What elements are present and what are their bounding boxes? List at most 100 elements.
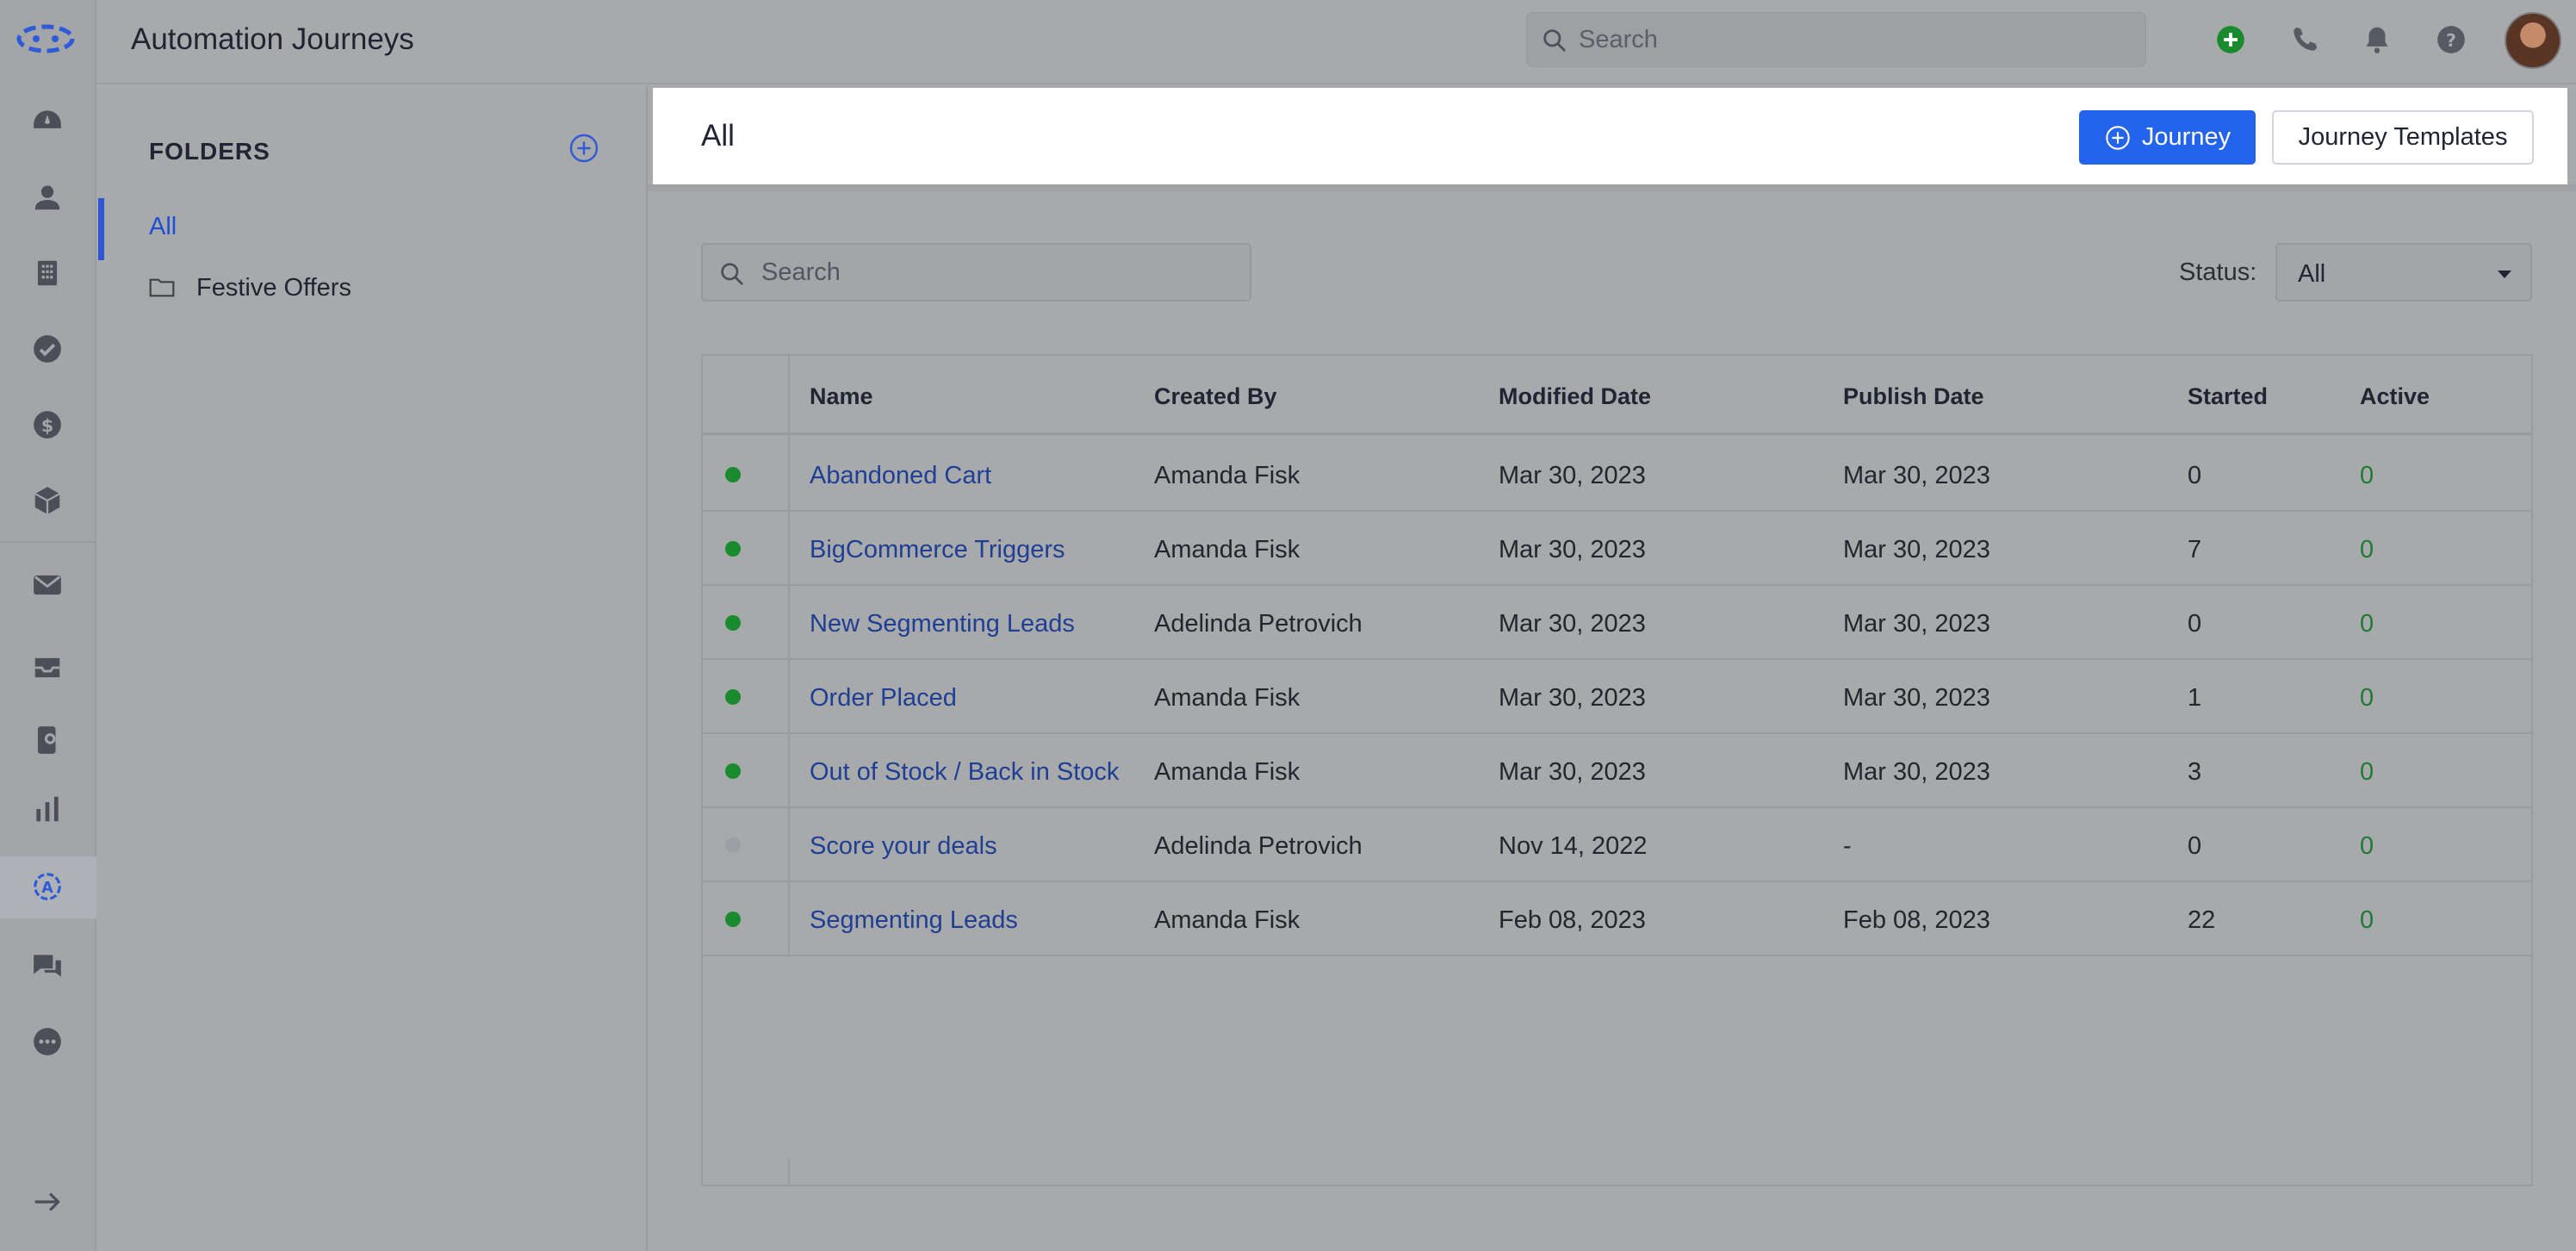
- column-header-started[interactable]: Started: [2188, 383, 2268, 410]
- column-header-created-by[interactable]: Created By: [1154, 383, 1277, 410]
- expand-icon[interactable]: [24, 1179, 71, 1225]
- started-count: 22: [2188, 906, 2216, 934]
- active-count: 0: [2360, 610, 2374, 638]
- modified-date: Mar 30, 2023: [1499, 758, 1646, 786]
- dashboard-icon[interactable]: [24, 98, 71, 145]
- journey-name[interactable]: Abandoned Cart: [810, 462, 991, 490]
- status-dot: [725, 763, 741, 779]
- folder-item-festive-offers[interactable]: Festive Offers: [98, 259, 646, 316]
- svg-text:A: A: [41, 880, 53, 897]
- publish-date: -: [1843, 832, 1852, 860]
- folder-item-all[interactable]: All: [98, 198, 646, 260]
- table-row[interactable]: BigCommerce Triggers Amanda Fisk Mar 30, 2…: [703, 512, 2531, 586]
- email-icon[interactable]: [24, 562, 71, 608]
- status-dot: [725, 912, 741, 927]
- reports-icon[interactable]: [24, 786, 71, 832]
- table-row[interactable]: Abandoned Cart Amanda Fisk Mar 30, 2023 Mar…: [703, 438, 2531, 512]
- started-count: 7: [2188, 536, 2202, 563]
- publish-date: Feb 08, 2023: [1843, 906, 1990, 934]
- column-header-name[interactable]: Name: [810, 383, 873, 410]
- table-row[interactable]: Out of Stock / Back in Stock Amanda Fisk M…: [703, 734, 2531, 808]
- add-folder-icon[interactable]: [568, 133, 599, 164]
- journey-name[interactable]: Out of Stock / Back in Stock: [810, 758, 1119, 787]
- folder-label: All: [149, 212, 177, 240]
- journey-name[interactable]: BigCommerce Triggers: [810, 536, 1065, 564]
- modified-date: Feb 08, 2023: [1499, 906, 1646, 934]
- status-dot: [725, 689, 741, 705]
- status-dot: [725, 837, 741, 853]
- folder-title: All: [701, 119, 735, 152]
- phone-book-icon[interactable]: [24, 717, 71, 763]
- folder-icon: [149, 278, 175, 297]
- phone-icon[interactable]: [2286, 21, 2324, 59]
- inbox-icon[interactable]: [24, 644, 71, 691]
- help-icon[interactable]: ?: [2432, 21, 2470, 59]
- created-by: Adelinda Petrovich: [1154, 832, 1362, 860]
- started-count: 3: [2188, 758, 2202, 786]
- rail-divider: [0, 541, 96, 543]
- journeys-table: Name Created By Modified Date Publish Da…: [701, 354, 2533, 1186]
- add-journey-button[interactable]: Journey: [2079, 110, 2256, 165]
- created-by: Amanda Fisk: [1154, 906, 1300, 934]
- modified-date: Mar 30, 2023: [1499, 536, 1646, 563]
- global-search[interactable]: [1526, 12, 2146, 67]
- table-row[interactable]: Score your deals Adelinda Petrovich Nov 14…: [703, 808, 2531, 882]
- journey-name[interactable]: Segmenting Leads: [810, 906, 1018, 935]
- active-count: 0: [2360, 832, 2374, 860]
- search-icon: [1543, 29, 1566, 52]
- created-by: Amanda Fisk: [1154, 536, 1300, 563]
- publish-date: Mar 30, 2023: [1843, 536, 1990, 563]
- journey-search-input[interactable]: [761, 245, 1244, 300]
- journey-name[interactable]: New Segmenting Leads: [810, 610, 1075, 638]
- active-count: 0: [2360, 462, 2374, 489]
- table-row[interactable]: New Segmenting Leads Adelinda Petrovich Ma…: [703, 586, 2531, 660]
- created-by: Amanda Fisk: [1154, 462, 1300, 489]
- companies-icon[interactable]: [24, 250, 71, 296]
- top-bar: Automation Journeys ?: [96, 0, 2576, 84]
- status-column-divider-stub: [788, 1159, 790, 1186]
- conversations-icon[interactable]: [24, 943, 71, 989]
- deals-icon[interactable]: $: [24, 401, 71, 448]
- status-dot: [725, 467, 741, 482]
- started-count: 0: [2188, 832, 2202, 860]
- started-count: 0: [2188, 610, 2202, 638]
- status-filter-select[interactable]: All: [2275, 243, 2532, 302]
- automation-icon[interactable]: A: [24, 863, 71, 910]
- page-title: Automation Journeys: [131, 22, 414, 56]
- publish-date: Mar 30, 2023: [1843, 684, 1990, 712]
- bell-icon[interactable]: [2358, 21, 2396, 59]
- modified-date: Mar 30, 2023: [1499, 462, 1646, 489]
- tasks-icon[interactable]: [24, 326, 71, 372]
- modified-date: Mar 30, 2023: [1499, 684, 1646, 712]
- contacts-icon[interactable]: [24, 174, 71, 221]
- column-header-modified-date[interactable]: Modified Date: [1499, 383, 1651, 410]
- journey-templates-button[interactable]: Journey Templates: [2272, 110, 2534, 165]
- table-row[interactable]: Order Placed Amanda Fisk Mar 30, 2023 Mar 3…: [703, 660, 2531, 734]
- status-filter-label: Status:: [2179, 258, 2257, 286]
- modified-date: Mar 30, 2023: [1499, 610, 1646, 638]
- svg-text:$: $: [41, 415, 53, 436]
- plus-circle-icon: [2106, 125, 2130, 150]
- column-header-publish-date[interactable]: Publish Date: [1843, 383, 1984, 410]
- caret-down-icon: [2498, 271, 2511, 278]
- created-by: Adelinda Petrovich: [1154, 610, 1362, 638]
- column-header-active[interactable]: Active: [2360, 383, 2430, 410]
- table-header: Name Created By Modified Date Publish Da…: [703, 356, 2531, 435]
- started-count: 0: [2188, 462, 2202, 489]
- journey-name[interactable]: Order Placed: [810, 684, 957, 713]
- global-search-input[interactable]: [1579, 13, 2130, 66]
- logo-icon[interactable]: [16, 19, 76, 59]
- add-icon[interactable]: [2212, 21, 2250, 59]
- started-count: 1: [2188, 684, 2202, 712]
- created-by: Amanda Fisk: [1154, 684, 1300, 712]
- more-icon[interactable]: [24, 1018, 71, 1065]
- products-icon[interactable]: [24, 477, 71, 524]
- active-count: 0: [2360, 536, 2374, 563]
- journey-search[interactable]: [701, 243, 1251, 302]
- journey-name[interactable]: Score your deals: [810, 832, 997, 861]
- table-row[interactable]: Segmenting Leads Amanda Fisk Feb 08, 2023 F…: [703, 882, 2531, 956]
- avatar[interactable]: [2505, 12, 2561, 69]
- active-count: 0: [2360, 906, 2374, 934]
- active-count: 0: [2360, 684, 2374, 712]
- icon-rail: $ A: [0, 0, 96, 1251]
